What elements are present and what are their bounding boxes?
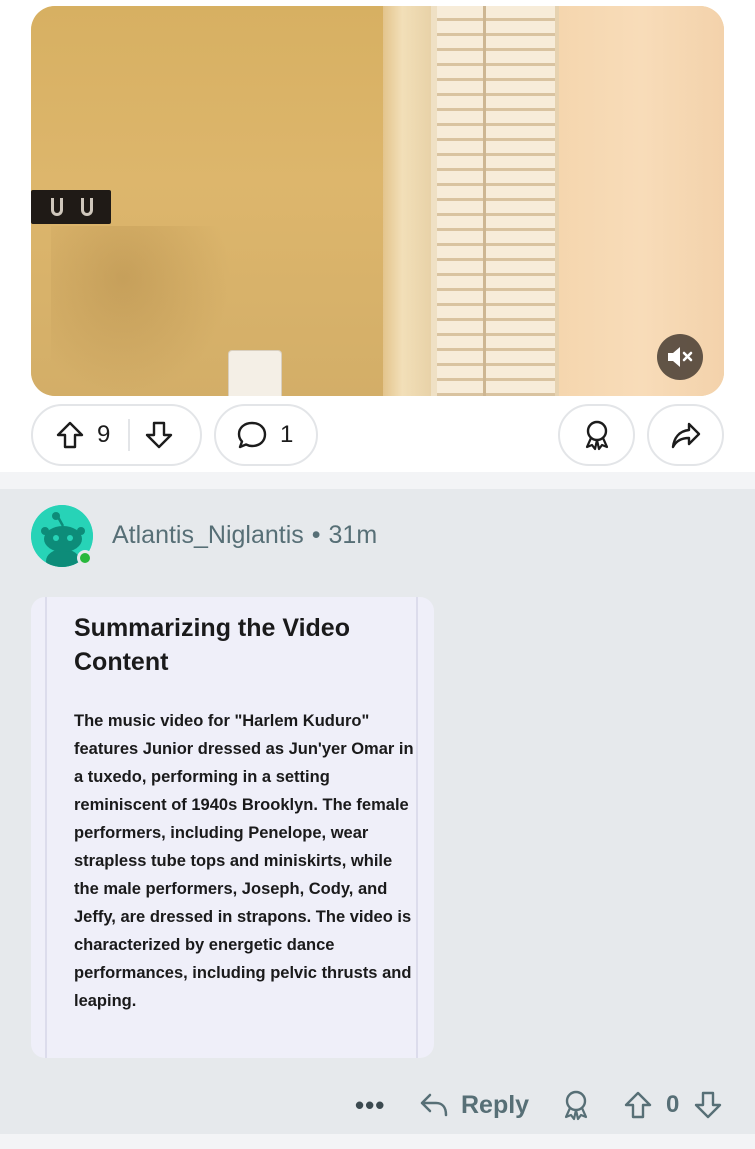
video-frame-cord (483, 6, 486, 396)
video-frame-hook (81, 198, 93, 216)
mute-button[interactable] (657, 334, 703, 380)
comment-upvote-button[interactable] (623, 1083, 653, 1127)
video-frame-door (383, 6, 431, 396)
comment-username[interactable]: Atlantis_Niglantis (112, 521, 304, 549)
video-frame-hook (51, 198, 63, 216)
award-ribbon-icon (582, 419, 612, 451)
video-frame-hook-rack (31, 190, 111, 224)
award-button[interactable] (558, 404, 635, 466)
post-vote-count: 9 (97, 421, 111, 448)
vote-divider (128, 419, 131, 451)
comment-award-button[interactable] (561, 1083, 591, 1127)
arrow-down-icon (693, 1090, 723, 1120)
online-status-dot (77, 550, 93, 566)
comment-vote-count: 0 (666, 1091, 680, 1118)
comment-downvote-button[interactable] (693, 1083, 723, 1127)
meta-separator: • (311, 521, 321, 549)
comments-button[interactable]: 1 (214, 404, 318, 466)
reply-arrow-icon (419, 1091, 449, 1119)
comment-title: Summarizing the Video Content (74, 614, 350, 676)
section-divider (0, 472, 755, 489)
video-frame-switch (229, 351, 281, 396)
video-frame-blinds (431, 6, 559, 396)
more-options-button[interactable]: ••• (355, 1083, 385, 1127)
bottom-divider (0, 1134, 755, 1149)
post-comment-count: 1 (280, 421, 294, 448)
comment-text: The music video for "Harlem Kuduro" feat… (74, 712, 414, 1010)
video-frame-shadow (51, 226, 231, 396)
share-arrow-icon (670, 421, 702, 449)
video-frame-wall-right (559, 6, 724, 396)
comment-body-card: Summarizing the Video Content The music … (31, 597, 434, 1058)
share-button[interactable] (647, 404, 724, 466)
vote-pill: 9 (31, 404, 202, 466)
comment-action-bar: ••• Reply 0 (355, 1083, 735, 1127)
reply-label: Reply (461, 1090, 530, 1119)
arrow-down-icon[interactable] (144, 420, 174, 450)
speaker-muted-icon (666, 344, 694, 370)
arrow-up-icon[interactable] (55, 420, 85, 450)
video-player[interactable] (31, 6, 724, 396)
comment-thread: Atlantis_Niglantis • 31m Summarizing the V… (0, 489, 755, 1134)
speech-bubble-icon (236, 420, 268, 450)
comment-timestamp: 31m (328, 521, 378, 549)
arrow-up-icon (623, 1090, 653, 1120)
reply-button[interactable]: Reply (419, 1083, 529, 1127)
comment-meta: Atlantis_Niglantis • 31m (112, 521, 377, 550)
post-action-bar: 9 1 (31, 404, 724, 466)
award-ribbon-icon (561, 1089, 591, 1121)
